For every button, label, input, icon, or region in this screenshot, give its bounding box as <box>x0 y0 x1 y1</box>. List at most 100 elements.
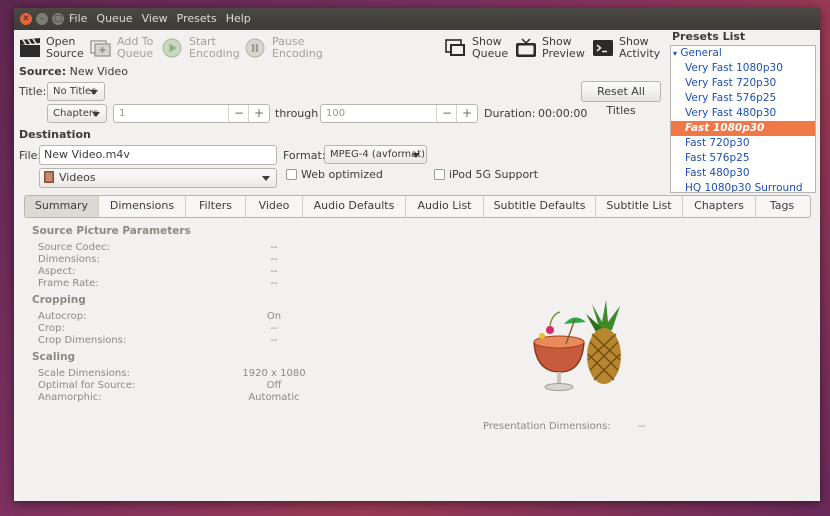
presets-list-heading: Presets List <box>672 30 746 43</box>
destination-heading: Destination <box>19 128 91 141</box>
terminal-icon <box>593 40 613 56</box>
source-codec-label: Source Codec: <box>38 242 110 253</box>
web-optimized-label: Web optimized <box>301 168 383 181</box>
show-activity-label-2: Activity <box>619 47 661 60</box>
source-codec-value: -- <box>270 242 278 253</box>
chapter-start-decrement[interactable]: − <box>228 105 249 122</box>
tab-chapters[interactable]: Chapters <box>683 196 756 217</box>
optimal-for-source-label: Optimal for Source: <box>38 380 136 391</box>
handbrake-logo-icon <box>533 300 621 391</box>
maximize-window-button[interactable]: □ <box>52 13 64 25</box>
crop-label: Crop: <box>38 323 65 334</box>
start-encoding-button[interactable]: Start Encoding <box>162 36 240 60</box>
preset-item[interactable]: Very Fast 480p30 <box>671 106 815 121</box>
crop-dimensions-label: Crop Dimensions: <box>38 335 127 346</box>
preset-item[interactable]: Fast 576p25 <box>671 151 815 166</box>
menu-queue[interactable]: Queue <box>96 12 132 25</box>
play-icon <box>162 38 182 58</box>
menu-presets[interactable]: Presets <box>177 12 217 25</box>
clapperboard-icon <box>20 38 40 57</box>
tab-audio-list[interactable]: Audio List <box>406 196 484 217</box>
preset-item-selected[interactable]: Fast 1080p30 <box>671 121 815 136</box>
preset-item[interactable]: HQ 1080p30 Surround <box>671 181 815 192</box>
show-queue-button[interactable]: Show Queue <box>445 36 508 60</box>
preset-group-label: General <box>680 47 722 59</box>
show-activity-button[interactable]: Show Activity <box>592 36 660 60</box>
frame-rate-value: -- <box>270 278 278 289</box>
tab-video[interactable]: Video <box>246 196 303 217</box>
chapter-start-spinner[interactable]: 1 − + <box>113 104 270 123</box>
show-preview-button[interactable]: Show Preview <box>515 36 585 60</box>
preset-item[interactable]: Very Fast 720p30 <box>671 76 815 91</box>
title-bar: ✕ – □ File Queue View Presets Help <box>14 8 820 30</box>
add-to-queue-button[interactable]: Add To Queue <box>90 36 153 60</box>
title-label: Title: <box>19 85 47 98</box>
preset-item[interactable]: Very Fast 1080p30 <box>671 61 815 76</box>
tab-subtitle-list[interactable]: Subtitle List <box>596 196 683 217</box>
pause-encoding-button[interactable]: Pause Encoding <box>245 36 323 60</box>
menu-help[interactable]: Help <box>226 12 251 25</box>
source-value: New Video <box>69 65 128 78</box>
optimal-for-source-value: Off <box>266 380 282 391</box>
chapter-start-value: 1 <box>119 108 126 119</box>
dimensions-value: -- <box>270 254 278 265</box>
chevron-down-icon <box>92 112 100 117</box>
scale-dimensions-label: Scale Dimensions: <box>38 368 130 379</box>
duration-label: Duration: <box>484 107 536 120</box>
format-select-value: MPEG-4 (avformat) <box>330 149 426 160</box>
settings-tabs: Summary Dimensions Filters Video Audio D… <box>24 195 811 218</box>
close-icon: ✕ <box>22 14 30 24</box>
preset-item[interactable]: Very Fast 576p25 <box>671 91 815 106</box>
show-preview-label-2: Preview <box>542 47 585 60</box>
tab-audio-defaults[interactable]: Audio Defaults <box>303 196 406 217</box>
tab-dimensions[interactable]: Dimensions <box>99 196 186 217</box>
pause-encoding-label-2: Encoding <box>272 47 323 60</box>
open-source-button[interactable]: Open Source <box>19 36 84 60</box>
chapter-end-spinner[interactable]: 100 − + <box>320 104 478 123</box>
chevron-down-icon <box>90 90 98 95</box>
title-select[interactable]: No Titles <box>47 82 105 101</box>
ipod-support-label: iPod 5G Support <box>449 168 539 181</box>
tab-summary[interactable]: Summary <box>25 196 99 217</box>
tab-subtitle-defaults[interactable]: Subtitle Defaults <box>484 196 596 217</box>
add-queue-label-2: Queue <box>117 47 154 60</box>
web-optimized-checkbox[interactable] <box>286 169 297 180</box>
tab-filters[interactable]: Filters <box>186 196 246 217</box>
ipod-support-checkbox[interactable] <box>434 169 445 180</box>
presets-list: ▾ General Very Fast 1080p30 Very Fast 72… <box>670 45 816 193</box>
aspect-label: Aspect: <box>38 266 76 277</box>
menu-view[interactable]: View <box>142 12 168 25</box>
reset-all-titles-button[interactable]: Reset All Titles <box>581 81 661 117</box>
chapter-end-decrement[interactable]: − <box>436 105 457 122</box>
pause-icon <box>245 38 265 58</box>
through-label: through <box>275 107 319 120</box>
format-label: Format: <box>283 149 326 162</box>
close-window-button[interactable]: ✕ <box>20 13 32 25</box>
frame-rate-label: Frame Rate: <box>38 278 99 289</box>
autocrop-value: On <box>266 311 282 322</box>
chevron-down-icon <box>262 176 270 181</box>
file-name-input[interactable]: New Video.m4v <box>39 145 277 165</box>
anamorphic-value: Automatic <box>248 392 300 403</box>
file-label: File: <box>19 149 42 162</box>
autocrop-label: Autocrop: <box>38 311 87 322</box>
dimensions-label: Dimensions: <box>38 254 100 265</box>
preset-item[interactable]: Fast 480p30 <box>671 166 815 181</box>
destination-folder-select[interactable]: Videos <box>39 168 277 188</box>
folder-video-icon <box>44 171 54 183</box>
show-queue-label-2: Queue <box>472 47 509 60</box>
tab-tags[interactable]: Tags <box>756 196 808 217</box>
tv-icon <box>516 38 536 57</box>
menu-file[interactable]: File <box>69 12 87 25</box>
preset-item[interactable]: Fast 720p30 <box>671 136 815 151</box>
crop-value: -- <box>270 323 278 334</box>
preset-group-general[interactable]: ▾ General <box>671 46 815 61</box>
maximize-icon: □ <box>53 14 63 24</box>
source-row: Source: New Video <box>19 65 128 78</box>
minimize-window-button[interactable]: – <box>36 13 48 25</box>
format-select[interactable]: MPEG-4 (avformat) <box>324 145 427 164</box>
chapters-select[interactable]: Chapters <box>47 104 107 123</box>
chapter-start-increment[interactable]: + <box>248 105 269 122</box>
chapter-end-increment[interactable]: + <box>456 105 477 122</box>
cropping-heading: Cropping <box>32 294 86 306</box>
